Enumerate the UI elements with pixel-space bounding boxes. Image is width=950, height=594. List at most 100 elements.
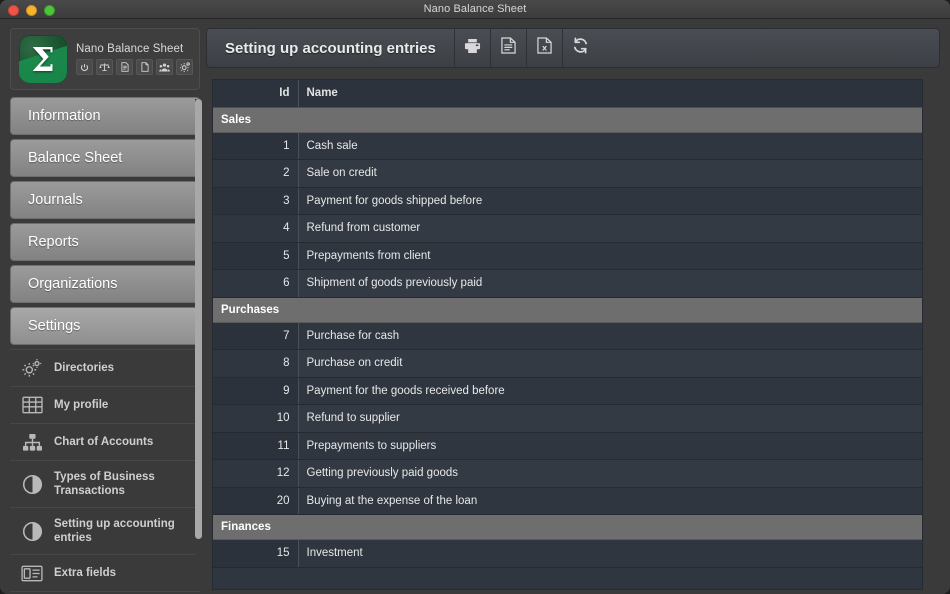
refresh-button[interactable] [563,29,599,67]
cell-id: 8 [213,349,299,378]
cell-name: Purchase for cash [298,322,922,350]
cell-id: 9 [213,377,299,405]
sidebar-item-reports[interactable]: Reports [10,223,200,261]
sidebar-item-label: Reports [28,234,79,250]
table-row[interactable]: 15 Investment [213,539,922,568]
sidebar-item-directories[interactable]: Directories [10,350,200,387]
app-logo: Σ [19,35,67,83]
content-toolbar: Setting up accounting entries x [206,28,940,68]
power-icon[interactable] [76,59,93,75]
sidebar-item-label: Organizations [28,276,118,292]
sidebar-item-organizations[interactable]: Organizations [10,265,200,303]
cell-id: 15 [213,539,299,568]
cell-id: 4 [213,214,299,243]
sidebar-item-settings[interactable]: Settings [10,307,200,345]
cell-name: Prepayments to suppliers [298,432,922,460]
sidebar-item-information[interactable]: Information [10,97,200,135]
title-bar: Nano Balance Sheet [0,0,950,19]
cell-name: Refund from customer [298,214,922,243]
cell-id: 1 [213,132,299,160]
entries-table: Id Name Sales 1 Cash sale 2 Sale on credit 3 P… [213,80,922,568]
blank-page-icon[interactable] [136,59,153,75]
cell-name: Payment for the goods received before [298,377,922,405]
table-row[interactable]: 5 Prepayments from client [213,242,922,270]
sidebar-item-journals[interactable]: Journals [10,181,200,219]
table-row[interactable]: 7 Purchase for cash [213,322,922,350]
table-group-row[interactable]: Sales [213,107,922,133]
sidebar-item-chart-of-accounts[interactable]: Chart of Accounts [10,424,200,461]
brand-quick-actions [76,59,193,75]
table-row[interactable]: 3 Payment for goods shipped before [213,187,922,215]
table-row[interactable]: 11 Prepayments to suppliers [213,432,922,460]
sidebar-item-extra-fields[interactable]: Extra fields [10,555,200,592]
table-group-label: Finances [213,514,922,540]
cell-id: 6 [213,269,299,298]
table-row[interactable]: 1 Cash sale [213,132,922,160]
sidebar-item-label: Setting up accounting entries [54,518,175,544]
sidebar-item-label: Journals [28,192,83,208]
sidebar-item-label: Types of Business Transactions [54,471,155,497]
document-lines-icon[interactable] [116,59,133,75]
column-header-name[interactable]: Name [298,80,922,108]
sidebar-item-label: Directories [54,362,115,374]
printer-icon [464,38,481,59]
cell-name: Getting previously paid goods [298,459,922,488]
export-doc-button[interactable] [491,29,527,67]
table-row[interactable]: 8 Purchase on credit [213,349,922,378]
id-card-icon [20,561,44,585]
cell-name: Payment for goods shipped before [298,187,922,215]
sidebar-scrollbar[interactable] [195,99,202,576]
cell-name: Shipment of goods previously paid [298,269,922,298]
print-button[interactable] [455,29,491,67]
table-header: Id Name [213,80,922,108]
cell-name: Prepayments from client [298,242,922,270]
table-group-label: Purchases [213,297,922,323]
cell-id: 2 [213,159,299,188]
cell-name: Investment [298,539,922,568]
balance-scale-icon[interactable] [96,59,113,75]
app-window: Nano Balance Sheet Σ Nano Balance Sheet [0,0,950,594]
app-body: Σ Nano Balance Sheet Information Balance… [0,19,950,594]
hierarchy-icon [20,430,44,454]
cell-id: 20 [213,487,299,515]
sidebar-item-label: Information [28,108,101,124]
refresh-icon [572,37,589,59]
sidebar-item-types-of-business-transactions[interactable]: Types of Business Transactions [10,461,200,508]
entries-table-container[interactable]: Id Name Sales 1 Cash sale 2 Sale on credit 3 P… [212,79,923,590]
sidebar-item-setting-up-accounting-entries[interactable]: Setting up accounting entries [10,508,200,555]
cell-name: Purchase on credit [298,349,922,378]
sidebar-item-my-profile[interactable]: My profile [10,387,200,424]
column-header-id[interactable]: Id [213,80,299,108]
table-body: Sales 1 Cash sale 2 Sale on credit 3 Payment f… [213,107,922,568]
gear-icon[interactable] [176,59,193,75]
sidebar-item-balance-sheet[interactable]: Balance Sheet [10,139,200,177]
svg-text:x: x [542,44,547,53]
table-grid-icon [20,393,44,417]
table-header-row: Id Name [213,80,922,108]
brand-text-block: Nano Balance Sheet [76,43,193,75]
excel-icon: x [537,37,552,59]
half-circle-icon [20,472,44,496]
cell-id: 3 [213,187,299,215]
table-row[interactable]: 6 Shipment of goods previously paid [213,269,922,298]
sidebar-scrollbar-thumb[interactable] [195,99,202,539]
table-row[interactable]: 10 Refund to supplier [213,404,922,433]
cell-id: 7 [213,322,299,350]
sidebar-item-label: My profile [54,399,109,411]
table-row[interactable]: 4 Refund from customer [213,214,922,243]
users-group-icon[interactable] [156,59,173,75]
window-title: Nano Balance Sheet [423,3,527,15]
sidebar-item-label: Extra fields [54,567,116,579]
export-excel-button[interactable]: x [527,29,563,67]
table-row[interactable]: 9 Payment for the goods received before [213,377,922,405]
sidebar: Σ Nano Balance Sheet Information Balance… [10,28,202,592]
logo-sigma-glyph: Σ [31,39,55,79]
table-group-row[interactable]: Purchases [213,297,922,323]
table-row[interactable]: 2 Sale on credit [213,159,922,188]
sidebar-item-label: Chart of Accounts [54,436,154,448]
settings-submenu: Directories My profile Chart of Accounts… [10,349,200,592]
table-row[interactable]: 12 Getting previously paid goods [213,459,922,488]
table-row[interactable]: 20 Buying at the expense of the loan [213,487,922,515]
table-group-row[interactable]: Finances [213,514,922,540]
table-group-label: Sales [213,107,922,133]
